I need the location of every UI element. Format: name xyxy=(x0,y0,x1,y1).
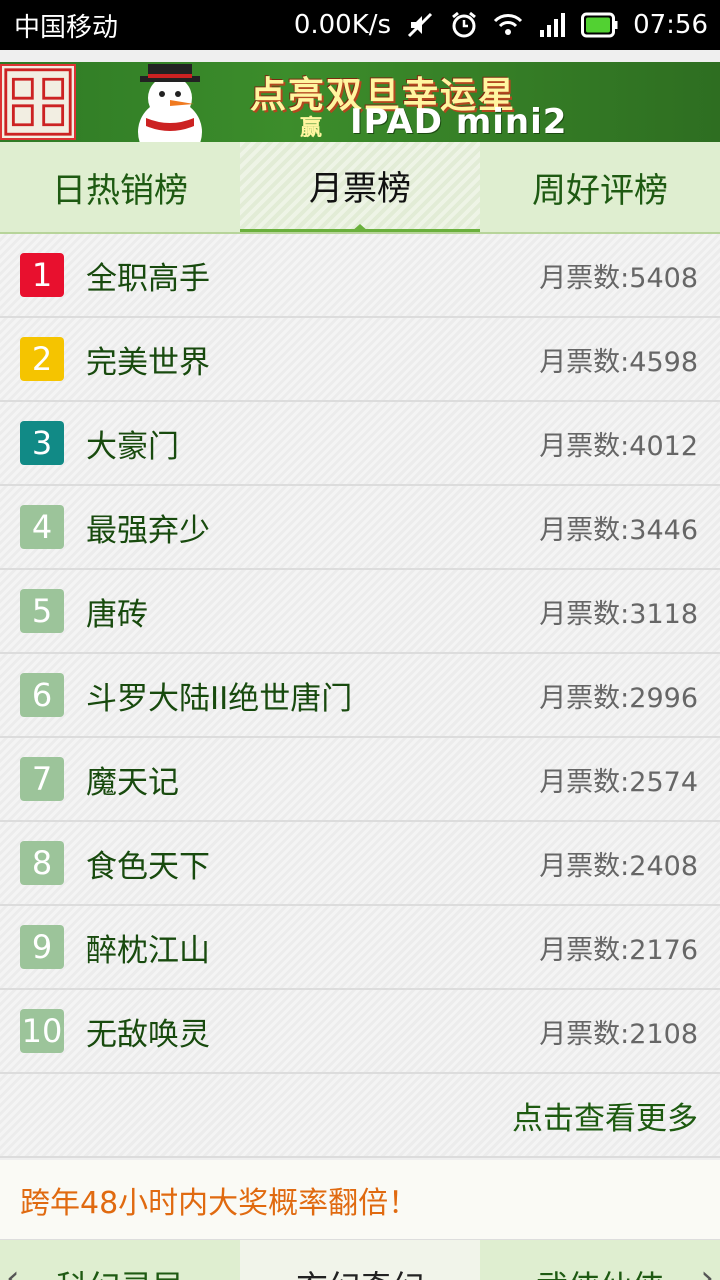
list-item[interactable]: 8 食色天下 月票数:2408 xyxy=(0,822,720,906)
list-item[interactable]: 7 魔天记 月票数:2574 xyxy=(0,738,720,822)
snowman-illustration xyxy=(138,64,202,142)
list-item[interactable]: 1 全职高手 月票数:5408 xyxy=(0,234,720,318)
banner-prize: IPAD mini2 xyxy=(350,102,568,142)
battery-icon xyxy=(581,12,618,38)
ranking-tabs: 日热销榜 月票榜 周好评榜 xyxy=(0,142,720,234)
list-item[interactable]: 10 无敌唤灵 月票数:2108 xyxy=(0,990,720,1074)
tab-weekly-reviews[interactable]: 周好评榜 xyxy=(480,142,720,232)
status-icons: 0.00K/s 07:56 xyxy=(294,10,708,40)
view-more-link[interactable]: 点击查看更多 xyxy=(0,1074,720,1158)
book-title: 魔天记 xyxy=(86,764,179,801)
rank-badge: 5 xyxy=(20,589,64,633)
book-title: 全职高手 xyxy=(86,260,210,297)
ticket-count: 月票数:4012 xyxy=(539,430,698,462)
list-item[interactable]: 6 斗罗大陆II绝世唐门 月票数:2996 xyxy=(0,654,720,738)
promo-banner[interactable]: 点亮双旦幸运星 赢 IPAD mini2 xyxy=(0,62,720,142)
tab-daily-sales[interactable]: 日热销榜 xyxy=(0,142,240,232)
network-speed: 0.00K/s xyxy=(293,10,392,40)
book-title: 大豪门 xyxy=(86,428,179,465)
list-item[interactable]: 2 完美世界 月票数:4598 xyxy=(0,318,720,402)
tab-fantasy[interactable]: 玄幻奇幻 xyxy=(240,1240,480,1280)
rank-badge: 2 xyxy=(20,337,64,381)
promo-label: 跨年48小时内大奖概率翻倍！ xyxy=(20,1185,419,1221)
ticket-count: 月票数:2176 xyxy=(539,934,698,966)
chevron-left-icon[interactable]: ‹ xyxy=(6,1258,20,1280)
tab-scifi-label: 科幻灵异 xyxy=(56,1262,184,1280)
chevron-right-icon[interactable]: › xyxy=(700,1258,714,1280)
book-title: 无敌唤灵 xyxy=(86,1016,210,1053)
book-title: 最强弃少 xyxy=(86,512,210,549)
book-title: 斗罗大陆II绝世唐门 xyxy=(86,680,353,717)
ticket-count: 月票数:2108 xyxy=(539,1018,698,1050)
ranking-list: 1 全职高手 月票数:5408 2 完美世界 月票数:4598 3 大豪门 月票… xyxy=(0,234,720,1158)
ticket-count: 月票数:2408 xyxy=(539,850,698,882)
category-tabs: ‹ 科幻灵异 玄幻奇幻 武侠仙侠 › xyxy=(0,1240,720,1280)
rank-badge: 3 xyxy=(20,421,64,465)
promo-text-link[interactable]: 跨年48小时内大奖概率翻倍！ xyxy=(0,1160,720,1240)
list-item[interactable]: 9 醉枕江山 月票数:2176 xyxy=(0,906,720,990)
tab-wuxia-label: 武侠仙侠 xyxy=(536,1262,664,1280)
qidian-logo xyxy=(0,64,76,140)
rank-badge: 1 xyxy=(20,253,64,297)
clock: 07:56 xyxy=(633,10,708,40)
wifi-icon xyxy=(493,14,523,35)
book-title: 唐砖 xyxy=(86,596,148,633)
rank-badge: 7 xyxy=(20,757,64,801)
rank-badge: 9 xyxy=(20,925,64,969)
ticket-count: 月票数:4598 xyxy=(539,346,698,378)
rank-badge: 6 xyxy=(20,673,64,717)
tab-wuxia[interactable]: 武侠仙侠 › xyxy=(480,1240,720,1280)
tab-fantasy-label: 玄幻奇幻 xyxy=(296,1262,424,1280)
book-title: 醉枕江山 xyxy=(86,932,210,969)
book-title: 完美世界 xyxy=(86,344,210,381)
banner-prize-prefix: 赢 xyxy=(300,116,323,141)
book-title: 食色天下 xyxy=(86,848,210,885)
ticket-count: 月票数:2574 xyxy=(539,766,698,798)
list-item[interactable]: 5 唐砖 月票数:3118 xyxy=(0,570,720,654)
alarm-icon xyxy=(452,11,476,38)
list-item[interactable]: 4 最强弃少 月票数:3446 xyxy=(0,486,720,570)
signal-icon xyxy=(540,13,566,37)
ticket-count: 月票数:3118 xyxy=(539,598,698,630)
rank-badge: 4 xyxy=(20,505,64,549)
ticket-count: 月票数:2996 xyxy=(539,682,698,714)
list-item[interactable]: 3 大豪门 月票数:4012 xyxy=(0,402,720,486)
rank-badge: 8 xyxy=(20,841,64,885)
carrier-label: 中国移动 xyxy=(14,12,119,43)
tab-monthly-tickets[interactable]: 月票榜 xyxy=(240,142,480,232)
ticket-count: 月票数:3446 xyxy=(539,514,698,546)
view-more-label: 点击查看更多 xyxy=(512,1100,698,1137)
status-bar: 中国移动 0.00K/s 07:56 xyxy=(0,0,720,50)
mute-icon xyxy=(408,12,433,38)
rank-badge: 10 xyxy=(20,1009,64,1053)
tab-scifi[interactable]: ‹ 科幻灵异 xyxy=(0,1240,240,1280)
ticket-count: 月票数:5408 xyxy=(539,262,698,294)
